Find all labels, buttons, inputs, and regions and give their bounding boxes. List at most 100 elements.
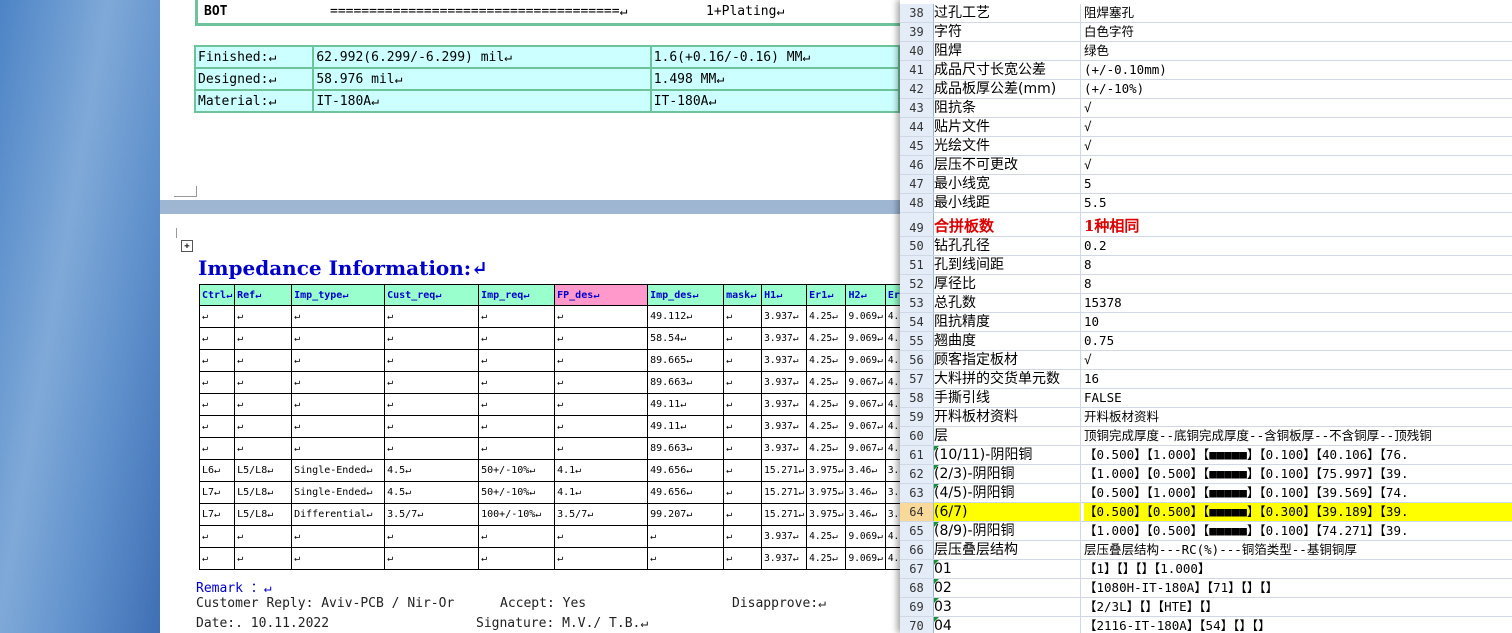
row-number[interactable]: 68 — [900, 579, 934, 597]
cell-b[interactable]: 8 — [1084, 275, 1512, 293]
row-number[interactable]: 49 — [900, 213, 934, 236]
imp-cell[interactable]: ↵ — [723, 371, 763, 394]
sheet-row[interactable]: 61 (10/11)-阴阳铜 【0.500】【1.000】【■■■■■】【0.100… — [900, 446, 1512, 465]
sheet-row[interactable]: 39 字符 白色字符 — [900, 23, 1512, 42]
imp-cell[interactable]: 89.663↵ — [647, 437, 725, 460]
imp-cell[interactable]: ↵ — [291, 371, 386, 394]
sheet-row[interactable]: 46 层压不可更改 √ — [900, 156, 1512, 175]
imp-cell[interactable]: ↵ — [723, 459, 763, 482]
imp-cell[interactable]: 9.067↵ — [845, 437, 886, 460]
imp-cell[interactable]: ↵ — [198, 437, 236, 460]
imp-cell[interactable]: ↵ — [554, 547, 649, 570]
cell-a[interactable]: 厚径比 — [934, 275, 1081, 293]
imp-cell[interactable]: 4.25↵ — [806, 327, 847, 350]
cell-b[interactable]: 层压叠层结构---RC(%)---铜箔类型--基铜铜厚 — [1084, 541, 1512, 559]
row-number[interactable]: 39 — [900, 23, 934, 41]
imp-cell[interactable]: ↵ — [234, 371, 293, 394]
cell-a[interactable]: (4/5)-阴阳铜 — [934, 484, 1081, 502]
row-number[interactable]: 53 — [900, 294, 934, 312]
imp-cell[interactable]: 99.207↵ — [647, 503, 725, 526]
cell-a[interactable]: (10/11)-阴阳铜 — [934, 446, 1081, 464]
imp-cell[interactable]: ↵ — [723, 393, 763, 416]
sheet-row[interactable]: 69 03 【2/3L】【】【HTE】【】 — [900, 598, 1512, 617]
cell-a[interactable]: 翘曲度 — [934, 332, 1081, 350]
row-number[interactable]: 67 — [900, 560, 934, 578]
row-number[interactable]: 64 — [900, 503, 934, 521]
row-number[interactable]: 59 — [900, 408, 934, 426]
imp-cell[interactable]: L7↵ — [198, 503, 236, 526]
sheet-row[interactable]: 38 过孔工艺 阻焊塞孔 — [900, 4, 1512, 23]
imp-cell[interactable]: 49.656↵ — [647, 481, 725, 504]
row-number[interactable]: 70 — [900, 617, 934, 633]
imp-cell[interactable]: ↵ — [478, 327, 556, 350]
cell-a[interactable]: 过孔工艺 — [934, 4, 1081, 22]
imp-cell[interactable]: ↵ — [384, 393, 480, 416]
imp-cell[interactable]: 49.112↵ — [647, 305, 725, 328]
cell-b[interactable]: 白色字符 — [1084, 23, 1512, 41]
cell-b[interactable]: 10 — [1084, 313, 1512, 331]
sheet-row[interactable]: 50 钻孔孔径 0.2 — [900, 237, 1512, 256]
imp-cell[interactable]: 3.46↵ — [845, 481, 886, 504]
imp-cell[interactable]: 49.656↵ — [647, 459, 725, 482]
row-number[interactable]: 43 — [900, 99, 934, 117]
imp-cell[interactable]: 3.5/7↵ — [384, 503, 480, 526]
sheet-row[interactable]: 67 01 【1】【】【】【1.000】 — [900, 560, 1512, 579]
row-number[interactable]: 61 — [900, 446, 934, 464]
cell-a[interactable]: 字符 — [934, 23, 1081, 41]
imp-cell[interactable]: ↵ — [384, 415, 480, 438]
imp-cell[interactable]: 3.937↵ — [761, 393, 808, 416]
imp-cell[interactable]: ↵ — [234, 437, 293, 460]
sheet-row[interactable]: 42 成品板厚公差(mm) (+/-10%) — [900, 80, 1512, 99]
imp-cell[interactable]: ↵ — [234, 349, 293, 372]
cell-a[interactable]: 04 — [934, 617, 1081, 633]
row-number[interactable]: 41 — [900, 61, 934, 79]
cell-a[interactable]: 开料板材资料 — [934, 408, 1081, 426]
cell-b[interactable]: 【2116-IT-180A】【54】【】【】 — [1084, 617, 1512, 633]
imp-cell[interactable]: ↵ — [554, 371, 649, 394]
cell-a[interactable]: 大料拼的交货单元数 — [934, 370, 1081, 388]
imp-cell[interactable]: ↵ — [723, 503, 763, 526]
imp-cell[interactable]: ↵ — [554, 415, 649, 438]
sheet-row[interactable]: 68 02 【1080H-IT-180A】【71】【】【】 — [900, 579, 1512, 598]
cell-b[interactable]: 【1.000】【0.500】【■■■■■】【0.100】【74.271】【39. — [1084, 522, 1512, 540]
imp-cell[interactable]: ↵ — [198, 349, 236, 372]
row-number[interactable]: 57 — [900, 370, 934, 388]
imp-cell[interactable]: ↵ — [384, 525, 480, 548]
cell-a[interactable]: (8/9)-阴阳铜 — [934, 522, 1081, 540]
cell-b[interactable]: 【0.500】【0.500】【■■■■■】【0.300】【39.189】【39. — [1084, 503, 1512, 521]
imp-cell[interactable]: 3.46↵ — [845, 503, 886, 526]
row-number[interactable]: 40 — [900, 42, 934, 60]
imp-cell[interactable]: ↵ — [647, 525, 725, 548]
imp-cell[interactable]: 3.937↵ — [761, 327, 808, 350]
imp-cell[interactable]: 100+/-10%↵ — [478, 503, 556, 526]
imp-cell[interactable]: L5/L8↵ — [234, 481, 293, 504]
cell-a[interactable]: 成品板厚公差(mm) — [934, 80, 1081, 98]
imp-cell[interactable]: 49.11↵ — [647, 393, 725, 416]
cell-a[interactable]: 手撕引线 — [934, 389, 1081, 407]
imp-cell[interactable]: ↵ — [291, 415, 386, 438]
row-number[interactable]: 65 — [900, 522, 934, 540]
imp-cell[interactable]: 3.937↵ — [761, 371, 808, 394]
imp-cell[interactable]: ↵ — [198, 547, 236, 570]
row-number[interactable]: 47 — [900, 175, 934, 193]
imp-cell[interactable]: 9.067↵ — [845, 393, 886, 416]
imp-cell[interactable]: 9.067↵ — [845, 371, 886, 394]
imp-cell[interactable]: ↵ — [234, 393, 293, 416]
imp-cell[interactable]: 4.1↵ — [554, 459, 649, 482]
cell-b[interactable]: 【1】【】【】【1.000】 — [1084, 560, 1512, 578]
sheet-row[interactable]: 49 合拼板数 1种相同 — [900, 213, 1512, 237]
row-number[interactable]: 48 — [900, 194, 934, 212]
imp-cell[interactable]: 3.937↵ — [761, 437, 808, 460]
row-number[interactable]: 51 — [900, 256, 934, 274]
cell-a[interactable]: 层 — [934, 427, 1081, 445]
cell-a[interactable]: 阻抗精度 — [934, 313, 1081, 331]
cell-b[interactable]: 【0.500】【1.000】【■■■■■】【0.100】【40.106】【76. — [1084, 446, 1512, 464]
row-number[interactable]: 42 — [900, 80, 934, 98]
imp-cell[interactable]: 3.46↵ — [845, 459, 886, 482]
cell-a[interactable]: 成品尺寸长宽公差 — [934, 61, 1081, 79]
imp-cell[interactable]: ↵ — [291, 305, 386, 328]
row-number[interactable]: 44 — [900, 118, 934, 136]
cell-b[interactable]: 5 — [1084, 175, 1512, 193]
cell-a[interactable]: 层压不可更改 — [934, 156, 1081, 174]
imp-cell[interactable]: ↵ — [198, 327, 236, 350]
